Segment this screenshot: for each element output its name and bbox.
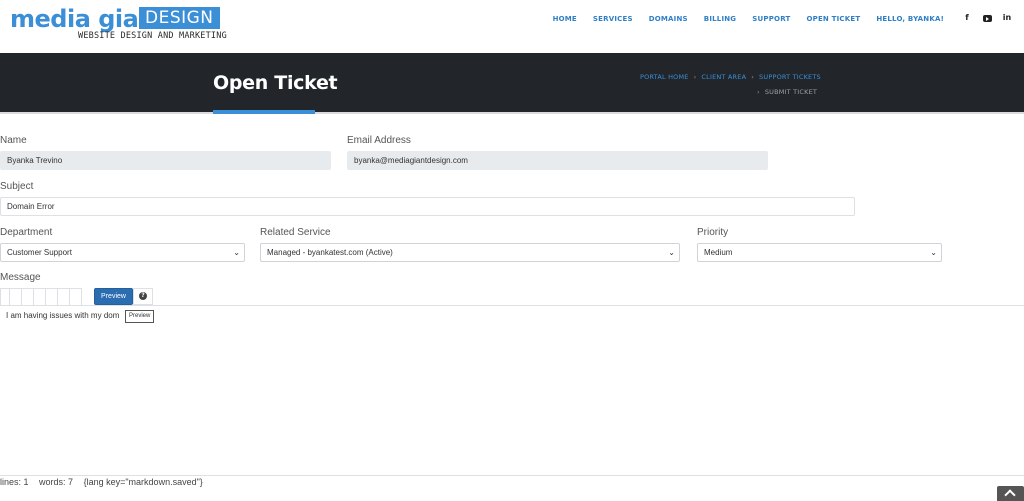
- message-text: I am having issues with my dom: [6, 311, 120, 320]
- toolbar-button[interactable]: [10, 288, 22, 306]
- editor-toolbar: [0, 288, 82, 306]
- linkedin-icon[interactable]: in: [1002, 13, 1012, 24]
- department-label: Department: [0, 227, 53, 238]
- toolbar-button[interactable]: [46, 288, 58, 306]
- nav-home[interactable]: HOME: [553, 15, 577, 23]
- toolbar-button[interactable]: [0, 288, 10, 306]
- site-header: media giant DESIGN WEBSITE DESIGN AND MA…: [0, 0, 1024, 53]
- breadcrumb-separator: ›: [757, 88, 760, 96]
- status-saved: {lang key="markdown.saved"}: [83, 477, 203, 487]
- status-words: words: 7: [39, 477, 74, 487]
- message-label: Message: [0, 272, 41, 283]
- preview-button[interactable]: Preview: [94, 288, 133, 305]
- message-textarea[interactable]: [0, 305, 1024, 476]
- priority-select[interactable]: Medium ⌄: [697, 243, 942, 262]
- related-service-label: Related Service: [260, 227, 331, 238]
- chevron-down-icon: ⌄: [668, 248, 675, 257]
- scroll-to-top-button[interactable]: [997, 486, 1024, 501]
- breadcrumb: PORTAL HOME › CLIENT AREA › SUPPORT TICKETS: [640, 73, 821, 81]
- logo-badge: DESIGN: [139, 7, 220, 29]
- banner-divider: [0, 112, 1024, 114]
- name-field[interactable]: Byanka Trevino: [0, 151, 331, 170]
- related-service-value: Managed - byankatest.com (Active): [267, 248, 393, 257]
- breadcrumb-client-area[interactable]: CLIENT AREA: [701, 73, 746, 81]
- breadcrumb-separator: ›: [693, 73, 697, 81]
- department-select[interactable]: Customer Support ⌄: [0, 243, 245, 262]
- chevron-down-icon: ⌄: [233, 248, 240, 257]
- status-lines: lines: 1: [0, 477, 29, 487]
- nav-billing[interactable]: BILLING: [704, 15, 736, 23]
- nav-open-ticket[interactable]: OPEN TICKET: [806, 15, 860, 23]
- preview-tooltip: Preview: [125, 310, 155, 323]
- youtube-icon[interactable]: [982, 13, 992, 24]
- social-links: f in: [962, 13, 1012, 24]
- breadcrumb-support-tickets[interactable]: SUPPORT TICKETS: [759, 73, 821, 81]
- toolbar-button[interactable]: [34, 288, 46, 306]
- subject-input[interactable]: Domain Error: [0, 197, 855, 216]
- help-icon: ?: [139, 292, 147, 300]
- editor-statusbar: lines: 1 words: 7 {lang key="markdown.sa…: [0, 477, 211, 487]
- name-label: Name: [0, 135, 27, 146]
- title-accent-bar: [213, 110, 315, 114]
- logo[interactable]: media giant DESIGN WEBSITE DESIGN AND MA…: [10, 5, 227, 45]
- nav-support[interactable]: SUPPORT: [752, 15, 790, 23]
- priority-value: Medium: [704, 248, 733, 257]
- related-service-select[interactable]: Managed - byankatest.com (Active) ⌄: [260, 243, 680, 262]
- breadcrumb-portal-home[interactable]: PORTAL HOME: [640, 73, 689, 81]
- priority-label: Priority: [697, 227, 729, 238]
- email-field[interactable]: byanka@mediagiantdesign.com: [347, 151, 768, 170]
- help-button[interactable]: ?: [133, 288, 153, 305]
- facebook-icon[interactable]: f: [962, 13, 972, 24]
- nav-services[interactable]: SERVICES: [593, 15, 633, 23]
- chevron-down-icon: ⌄: [930, 248, 937, 257]
- logo-tagline: WEBSITE DESIGN AND MARKETING: [78, 31, 227, 41]
- subject-label: Subject: [0, 181, 34, 192]
- department-value: Customer Support: [7, 248, 72, 257]
- main-nav: HOME SERVICES DOMAINS BILLING SUPPORT OP…: [537, 15, 944, 23]
- page-banner: [0, 53, 1024, 112]
- page-title: Open Ticket: [213, 72, 338, 94]
- breadcrumb-submit-ticket: SUBMIT TICKET: [764, 88, 818, 96]
- toolbar-button[interactable]: [58, 288, 70, 306]
- breadcrumb-separator: ›: [751, 73, 755, 81]
- breadcrumb-current: › SUBMIT TICKET: [757, 88, 817, 96]
- toolbar-button[interactable]: [22, 288, 34, 306]
- email-label: Email Address: [347, 135, 411, 146]
- nav-domains[interactable]: DOMAINS: [649, 15, 688, 23]
- toolbar-button[interactable]: [70, 288, 82, 306]
- nav-user-greeting[interactable]: HELLO, BYANKA!: [876, 15, 944, 23]
